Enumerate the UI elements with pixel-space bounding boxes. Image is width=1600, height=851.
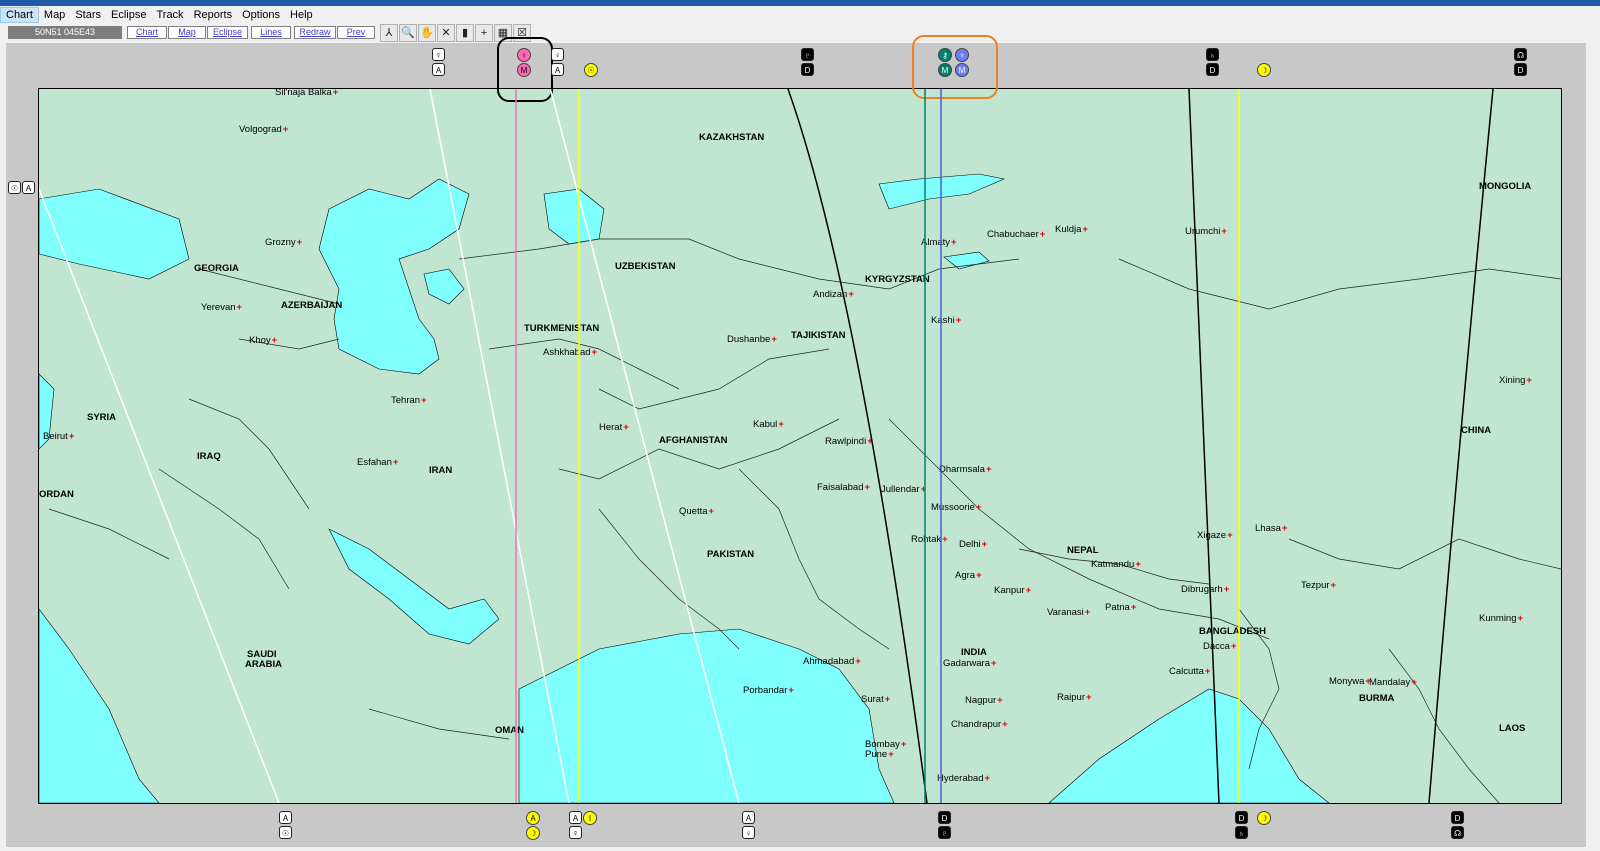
dsc-icon: D: [801, 63, 814, 76]
menu-eclipse[interactable]: Eclipse: [106, 8, 151, 22]
menu-stars[interactable]: Stars: [70, 8, 106, 22]
chart-button[interactable]: Chart: [127, 26, 167, 39]
moon-top-marker[interactable]: ☽: [1257, 63, 1271, 91]
saturn-line: [1188, 89, 1220, 803]
sun-bottom-marker[interactable]: A ☉: [279, 811, 292, 839]
ic-icon: I: [583, 811, 597, 825]
node-line: [1428, 89, 1494, 803]
moon-icon: ☽: [526, 826, 540, 840]
planetary-lines-layer: [39, 89, 1494, 803]
venus-asc-top-marker[interactable]: ♀ A: [551, 48, 564, 76]
moon-icon: ☽: [1257, 63, 1271, 77]
node-bottom-marker[interactable]: D ☊: [1451, 811, 1464, 839]
menu-help[interactable]: Help: [285, 8, 318, 22]
map-area[interactable]: KAZAKHSTAN UZBEKISTAN TURKMENISTAN KYRGY…: [38, 88, 1562, 804]
mercury-line-2: [429, 89, 570, 803]
sun-ic-bottom-marker[interactable]: I: [583, 811, 597, 839]
moon-ic-bottom-marker[interactable]: ☽: [1257, 811, 1271, 839]
sun-outline-icon: ☉: [8, 181, 21, 194]
pluto-icon: ♇: [938, 826, 951, 839]
venus-bottom-marker[interactable]: A ♀: [742, 811, 755, 839]
node-icon: ☊: [1514, 48, 1527, 61]
mercury-line-3: [549, 89, 740, 803]
saturn-top-marker[interactable]: ♄ D: [1206, 48, 1219, 76]
menu-chart[interactable]: Chart: [0, 6, 39, 23]
asc-icon: A: [551, 63, 564, 76]
sun-left-marker[interactable]: ☉ A: [8, 181, 38, 195]
venus-outline-icon: ♀: [551, 48, 564, 61]
pluto-bottom-marker[interactable]: D ♇: [938, 811, 951, 839]
sun-outline-icon: ☉: [279, 826, 292, 839]
mercury-top-marker[interactable]: ☿ A: [432, 48, 445, 76]
cross-tool-icon[interactable]: ✕: [437, 24, 455, 42]
lines-button[interactable]: Lines: [251, 26, 291, 39]
dsc-icon: D: [1451, 811, 1464, 824]
mercury-icon: ☿: [569, 826, 582, 839]
asc-icon: A: [432, 63, 445, 76]
saturn-icon: ♄: [1235, 826, 1248, 839]
saturn-icon: ♄: [1206, 48, 1219, 61]
redraw-button[interactable]: Redraw: [294, 26, 336, 39]
node-icon: ☊: [1451, 826, 1464, 839]
dsc-icon: D: [1514, 63, 1527, 76]
bar-tool-icon[interactable]: ▮: [456, 24, 474, 42]
menu-map[interactable]: Map: [39, 8, 70, 22]
pluto-icon: ♇: [801, 48, 814, 61]
saturn-bottom-marker[interactable]: D ♄: [1235, 811, 1248, 839]
asc-icon: A: [742, 811, 755, 824]
dsc-icon: D: [1206, 63, 1219, 76]
asc-icon: A: [526, 811, 540, 825]
hand-tool-icon[interactable]: ✋: [418, 24, 436, 42]
zoom-tool-icon[interactable]: 🔍: [399, 24, 417, 42]
dsc-icon: D: [938, 811, 951, 824]
menu-track[interactable]: Track: [151, 8, 188, 22]
sun-top-marker[interactable]: ☉: [584, 63, 598, 91]
coordinate-readout: 50N51 045E43: [8, 26, 122, 39]
mercury-bottom-marker[interactable]: A ☿: [569, 811, 582, 839]
asc-icon: A: [569, 811, 582, 824]
dsc-icon: D: [1235, 811, 1248, 824]
sun-icon: ☉: [584, 63, 598, 77]
pointer-tool-icon[interactable]: ⅄: [380, 24, 398, 42]
node-top-marker[interactable]: ☊ D: [1514, 48, 1527, 76]
plus-tool-icon[interactable]: +: [475, 24, 493, 42]
eclipse-button[interactable]: Eclipse: [207, 26, 248, 39]
pluto-top-marker[interactable]: ♇ D: [801, 48, 814, 76]
menu-options[interactable]: Options: [237, 8, 285, 22]
venus-outline-icon: ♀: [742, 826, 755, 839]
prev-button[interactable]: Prev: [337, 26, 375, 39]
menu-bar: Chart Map Stars Eclipse Track Reports Op…: [0, 6, 1600, 23]
moon-icon: ☽: [1257, 811, 1271, 825]
asc-icon: A: [22, 181, 35, 194]
pluto-line: [787, 89, 928, 803]
map-button[interactable]: Map: [168, 26, 206, 39]
mercury-line: [39, 188, 280, 803]
menu-reports[interactable]: Reports: [189, 8, 238, 22]
mercury-icon: ☿: [432, 48, 445, 61]
asc-icon: A: [279, 811, 292, 824]
toolbar: 50N51 045E43 Chart Map Eclipse Lines Red…: [0, 23, 1600, 43]
moon-bottom-marker[interactable]: A ☽: [526, 811, 540, 840]
